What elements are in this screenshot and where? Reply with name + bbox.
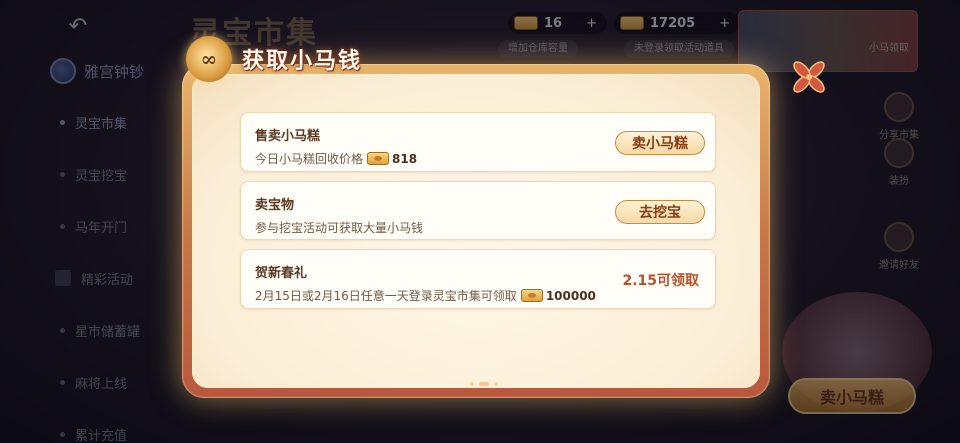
dialog-title: 获取小马钱 bbox=[242, 49, 363, 74]
page-indicator bbox=[470, 382, 498, 386]
close-icon[interactable] bbox=[788, 56, 830, 98]
task-desc-text: 2月15日或2月16日任意一天登录灵宝市集可领取 bbox=[255, 289, 517, 303]
page-dot-active bbox=[479, 382, 489, 386]
task-list: 售卖小马糕 今日小马糕回收价格 818 卖小马糕 卖宝物 参与挖宝活动可获取大量… bbox=[240, 112, 716, 318]
task-sell-cake: 售卖小马糕 今日小马糕回收价格 818 卖小马糕 bbox=[240, 112, 716, 172]
pony-money-icon bbox=[520, 289, 543, 302]
page-dot bbox=[470, 382, 474, 386]
task-amount: 818 bbox=[392, 151, 418, 166]
task-new-year-gift: 贺新春礼 2月15日或2月16日任意一天登录灵宝市集可领取 100000 2.1… bbox=[240, 249, 716, 309]
task-desc-text: 今日小马糕回收价格 bbox=[255, 152, 364, 166]
task-amount: 100000 bbox=[545, 288, 596, 303]
claim-status: 2.15可领取 bbox=[622, 273, 699, 289]
dialog-title-banner: ∞ 获取小马钱 bbox=[186, 36, 404, 82]
task-sell-treasure: 卖宝物 参与挖宝活动可获取大量小马钱 去挖宝 bbox=[240, 181, 716, 240]
task-desc-text: 参与挖宝活动可获取大量小马钱 bbox=[255, 221, 424, 235]
sell-cake-button[interactable]: 卖小马糕 bbox=[615, 131, 705, 155]
pony-money-icon bbox=[367, 152, 390, 165]
go-dig-button[interactable]: 去挖宝 bbox=[615, 200, 705, 224]
page-dot bbox=[494, 382, 498, 386]
cloud-swirl-icon: ∞ bbox=[186, 36, 232, 82]
